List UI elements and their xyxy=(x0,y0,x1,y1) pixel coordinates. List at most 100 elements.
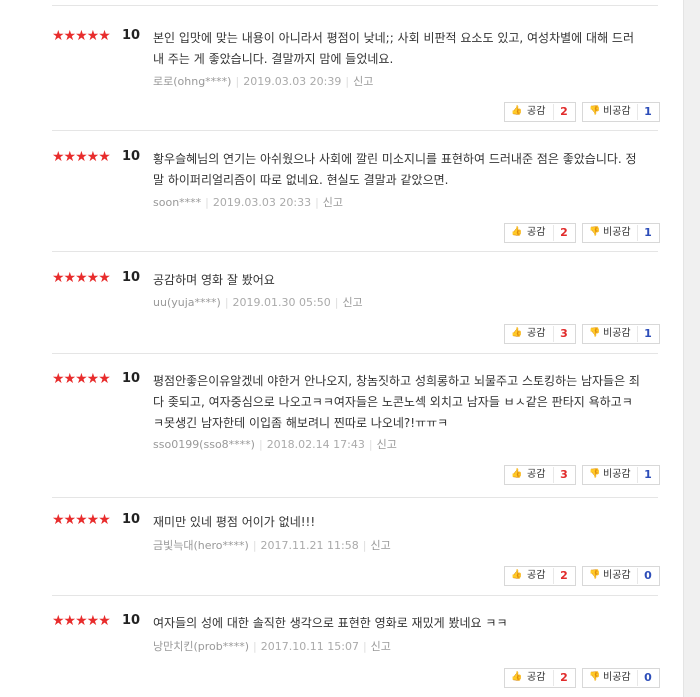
report-link[interactable]: 신고 xyxy=(342,296,362,309)
review-item: ★★★★★ 10 여자들의 성에 대한 솔직한 생각으로 표현한 영화로 재밌게… xyxy=(52,613,660,697)
sympathy-count: 3 xyxy=(553,467,574,483)
antipathy-button[interactable]: 👎 비공감 1 xyxy=(582,102,660,122)
review-meta: 낭만치킨(prob****) | 2017.10.11 15:07 | 신고 xyxy=(153,640,391,654)
star-rating-icon: ★★★★★ xyxy=(52,28,111,44)
thumbs-down-icon: 👎 xyxy=(589,328,601,338)
vote-buttons: 👍 공감 3 👎 비공감 1 xyxy=(504,324,660,344)
antipathy-label: 비공감 xyxy=(603,227,631,238)
meta-divider: | xyxy=(258,438,263,451)
sympathy-button[interactable]: 👍 공감 3 xyxy=(504,465,576,485)
star-rating-icon: ★★★★★ xyxy=(52,613,111,629)
meta-divider: | xyxy=(334,296,339,309)
review-date: 2019.03.03 20:33 xyxy=(212,196,312,209)
thumbs-down-icon: 👎 xyxy=(589,106,601,116)
sympathy-label: 공감 xyxy=(527,469,546,480)
sympathy-button[interactable]: 👍 공감 2 xyxy=(504,223,576,243)
meta-divider: | xyxy=(235,75,240,88)
sympathy-button[interactable]: 👍 공감 2 xyxy=(504,566,576,586)
sympathy-label: 공감 xyxy=(527,106,546,117)
report-link[interactable]: 신고 xyxy=(323,196,343,209)
thumbs-down-icon: 👎 xyxy=(589,227,601,237)
star-rating-icon: ★★★★★ xyxy=(52,149,111,165)
antipathy-label: 비공감 xyxy=(603,469,631,480)
review-item: ★★★★★ 10 평점안좋은이유알겠네 야한거 안나오지, 창놈짓하고 성희롱하… xyxy=(52,371,660,498)
sympathy-label: 공감 xyxy=(527,570,546,581)
antipathy-label: 비공감 xyxy=(603,570,631,581)
sympathy-count: 3 xyxy=(553,326,574,342)
report-link[interactable]: 신고 xyxy=(371,640,391,653)
vertical-scrollbar[interactable] xyxy=(683,0,700,697)
review-date: 2019.03.03 20:39 xyxy=(243,75,342,88)
antipathy-label: 비공감 xyxy=(603,672,631,683)
thumbs-up-icon: 👍 xyxy=(511,227,523,237)
sympathy-count: 2 xyxy=(553,225,574,241)
sympathy-label: 공감 xyxy=(527,227,546,238)
meta-divider: | xyxy=(368,438,373,451)
star-rating-icon: ★★★★★ xyxy=(52,371,111,387)
review-meta: 로로(ohng****) | 2019.03.03 20:39 | 신고 xyxy=(153,75,373,89)
report-link[interactable]: 신고 xyxy=(353,75,373,88)
vote-buttons: 👍 공감 3 👎 비공감 1 xyxy=(504,465,660,485)
sympathy-button[interactable]: 👍 공감 2 xyxy=(504,102,576,122)
antipathy-button[interactable]: 👎 비공감 0 xyxy=(582,566,660,586)
review-text: 황우슬혜님의 연기는 아쉬웠으나 사회에 깔린 미소지니를 표현하여 드러내준 … xyxy=(153,152,637,187)
meta-divider: | xyxy=(362,539,367,552)
antipathy-button[interactable]: 👎 비공감 1 xyxy=(582,223,660,243)
sympathy-label: 공감 xyxy=(527,672,546,683)
antipathy-count: 1 xyxy=(637,225,658,241)
thumbs-down-icon: 👎 xyxy=(589,672,601,682)
sympathy-count: 2 xyxy=(553,568,574,584)
review-date: 2018.02.14 17:43 xyxy=(266,438,365,451)
antipathy-button[interactable]: 👎 비공감 1 xyxy=(582,324,660,344)
report-link[interactable]: 신고 xyxy=(377,438,397,451)
meta-divider: | xyxy=(253,640,257,653)
review-meta: uu(yuja****) | 2019.01.30 05:50 | 신고 xyxy=(153,296,363,310)
review-author[interactable]: 로로(ohng****) xyxy=(153,75,231,88)
review-date: 2017.10.11 15:07 xyxy=(260,640,359,653)
review-date: 2017.11.21 11:58 xyxy=(260,539,359,552)
review-date: 2019.01.30 05:50 xyxy=(232,296,331,309)
meta-divider: | xyxy=(224,296,229,309)
thumbs-up-icon: 👍 xyxy=(511,469,523,479)
review-author[interactable]: 낭만치킨(prob****) xyxy=(153,640,249,653)
antipathy-count: 0 xyxy=(637,568,658,584)
meta-divider: | xyxy=(205,196,209,209)
review-author[interactable]: 금빛늑대(hero****) xyxy=(153,539,249,552)
review-score: 10 xyxy=(122,613,141,628)
thumbs-up-icon: 👍 xyxy=(511,672,523,682)
review-author[interactable]: uu(yuja****) xyxy=(153,296,221,309)
antipathy-button[interactable]: 👎 비공감 1 xyxy=(582,465,660,485)
review-text: 평점안좋은이유알겠네 야한거 안나오지, 창놈짓하고 성희롱하고 뇌물주고 스토… xyxy=(153,374,640,430)
antipathy-count: 0 xyxy=(637,670,658,686)
review-score: 10 xyxy=(122,270,141,285)
review-meta: sso0199(sso8****) | 2018.02.14 17:43 | 신고 xyxy=(153,438,397,452)
antipathy-label: 비공감 xyxy=(603,328,631,339)
review-score: 10 xyxy=(122,371,141,386)
antipathy-button[interactable]: 👎 비공감 0 xyxy=(582,668,660,688)
review-item: ★★★★★ 10 본인 입맛에 맞는 내용이 아니라서 평점이 낮네;; 사회 … xyxy=(52,28,660,131)
review-text: 공감하며 영화 잘 봤어요 xyxy=(153,273,275,287)
review-text: 여자들의 성에 대한 솔직한 생각으로 표현한 영화로 재밌게 봤네요 ㅋㅋ xyxy=(153,616,508,630)
sympathy-count: 2 xyxy=(553,104,574,120)
antipathy-label: 비공감 xyxy=(603,106,631,117)
thumbs-down-icon: 👎 xyxy=(589,570,601,580)
star-rating-icon: ★★★★★ xyxy=(52,512,111,528)
sympathy-button[interactable]: 👍 공감 3 xyxy=(504,324,576,344)
review-score: 10 xyxy=(122,149,141,164)
meta-divider: | xyxy=(252,539,257,552)
meta-divider: | xyxy=(345,75,350,88)
review-text: 재미만 있네 평점 어이가 없네!!! xyxy=(153,515,316,529)
review-text: 본인 입맛에 맞는 내용이 아니라서 평점이 낮네;; 사회 비판적 요소도 있… xyxy=(153,31,635,66)
review-list-page: ★★★★★ 10 본인 입맛에 맞는 내용이 아니라서 평점이 낮네;; 사회 … xyxy=(0,0,683,697)
review-score: 10 xyxy=(122,28,141,43)
report-link[interactable]: 신고 xyxy=(370,539,390,552)
sympathy-button[interactable]: 👍 공감 2 xyxy=(504,668,576,688)
thumbs-up-icon: 👍 xyxy=(511,328,523,338)
star-rating-icon: ★★★★★ xyxy=(52,270,111,286)
review-author[interactable]: sso0199(sso8****) xyxy=(153,438,255,451)
review-author[interactable]: soon**** xyxy=(153,196,201,209)
thumbs-up-icon: 👍 xyxy=(511,106,523,116)
thumbs-up-icon: 👍 xyxy=(511,570,523,580)
review-item: ★★★★★ 10 재미만 있네 평점 어이가 없네!!! 금빛늑대(hero**… xyxy=(52,512,660,596)
meta-divider: | xyxy=(362,640,367,653)
